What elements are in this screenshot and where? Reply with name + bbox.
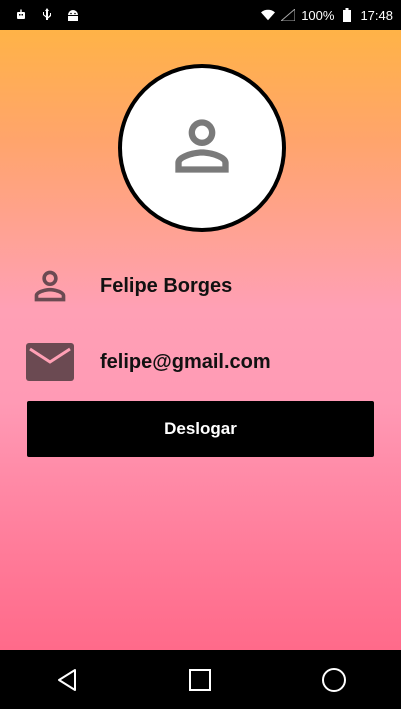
person-icon bbox=[162, 106, 242, 191]
battery-icon bbox=[340, 8, 354, 22]
robot-icon bbox=[14, 8, 28, 22]
navigation-bar bbox=[0, 650, 401, 709]
mail-icon bbox=[26, 342, 74, 382]
avatar[interactable] bbox=[118, 64, 286, 232]
usb-icon bbox=[40, 8, 54, 22]
user-name: Felipe Borges bbox=[100, 274, 233, 297]
status-bar: 100% 17:48 bbox=[0, 0, 401, 30]
status-left-icons bbox=[14, 8, 80, 22]
email-row: felipe@gmail.com bbox=[26, 342, 271, 382]
logout-button[interactable]: Deslogar bbox=[27, 401, 374, 457]
android-icon bbox=[66, 8, 80, 22]
wifi-icon bbox=[261, 8, 276, 22]
person-outline-icon bbox=[26, 266, 74, 306]
recents-icon[interactable] bbox=[304, 660, 364, 700]
name-row: Felipe Borges bbox=[26, 266, 232, 306]
signal-icon bbox=[281, 8, 296, 22]
home-icon[interactable] bbox=[170, 660, 230, 700]
back-icon[interactable] bbox=[37, 660, 97, 700]
battery-percent: 100% bbox=[301, 7, 335, 23]
clock: 17:48 bbox=[360, 7, 393, 23]
user-email: felipe@gmail.com bbox=[100, 350, 271, 373]
profile-screen: Felipe Borges felipe@gmail.com Deslogar bbox=[0, 30, 401, 650]
status-right-icons: 100% 17:48 bbox=[261, 8, 393, 23]
